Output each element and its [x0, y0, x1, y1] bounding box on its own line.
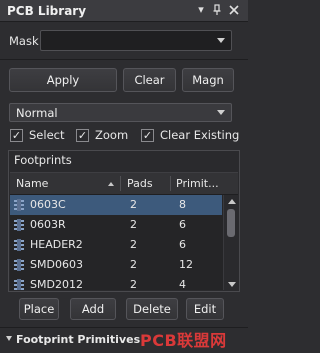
checkmark-icon[interactable]: ✓ [141, 128, 154, 142]
scroll-up-icon[interactable] [228, 199, 236, 204]
select-checkbox-label: Select [29, 128, 65, 142]
panel-menu-icon[interactable]: ▾ [195, 4, 207, 16]
cell-name: SMD2012 [30, 278, 83, 290]
close-icon[interactable] [228, 4, 240, 16]
cell-primitives: 12 [179, 258, 193, 271]
cell-primitives: 8 [179, 198, 186, 211]
footprint-primitives-header[interactable]: Footprint Primitives [6, 333, 140, 346]
clear-existing-checkbox[interactable]: ✓ Clear Existing [141, 127, 243, 143]
mask-label: Mask [9, 34, 39, 48]
chevron-down-icon[interactable] [217, 38, 225, 43]
zoom-checkbox[interactable]: ✓ Zoom [76, 127, 128, 143]
scroll-down-icon[interactable] [228, 282, 236, 287]
checkmark-icon[interactable]: ✓ [10, 128, 23, 142]
column-header-name[interactable]: Name [16, 177, 48, 190]
watermark: PCB联盟网 [140, 331, 227, 350]
footprints-title: Footprints [14, 153, 72, 167]
column-separator[interactable] [170, 176, 171, 191]
cell-pads: 2 [130, 198, 137, 211]
column-header-primitives[interactable]: Primit... [176, 177, 219, 190]
table-row[interactable]: 0603C 2 8 [10, 195, 222, 215]
place-button[interactable]: Place [19, 298, 59, 320]
mask-input[interactable] [41, 31, 231, 50]
cell-pads: 2 [130, 238, 137, 251]
footprint-icon [14, 219, 24, 231]
cell-pads: 2 [130, 258, 137, 271]
cell-primitives: 6 [179, 218, 186, 231]
edit-button[interactable]: Edit [186, 298, 224, 320]
cell-name: SMD0603 [30, 258, 83, 271]
cell-name: HEADER2 [30, 238, 83, 251]
table-row[interactable]: 0603R 2 6 [10, 215, 222, 235]
select-checkbox[interactable]: ✓ Select [10, 127, 64, 143]
footprint-icon [14, 239, 24, 251]
mask-combobox[interactable] [40, 30, 232, 51]
zoom-checkbox-label: Zoom [95, 128, 129, 142]
magnify-button[interactable]: Magn [182, 68, 234, 92]
sort-ascending-icon [108, 182, 114, 186]
checkmark-icon[interactable]: ✓ [76, 128, 89, 142]
collapse-triangle-icon[interactable] [6, 336, 12, 341]
footprint-icon [14, 279, 24, 290]
panel-titlebar: PCB Library ▾ [0, 0, 248, 22]
scrollbar-thumb[interactable] [227, 209, 235, 237]
cell-primitives: 6 [179, 238, 186, 251]
footprint-icon [14, 259, 24, 271]
column-separator[interactable] [120, 176, 121, 191]
cell-pads: 2 [130, 218, 137, 231]
table-row[interactable]: HEADER2 2 6 [10, 235, 222, 255]
footprint-icon [14, 199, 24, 211]
footprint-primitives-title: Footprint Primitives [16, 333, 141, 346]
cell-pads: 2 [130, 278, 137, 290]
view-mode-value: Normal [16, 106, 58, 120]
clear-button[interactable]: Clear [123, 68, 176, 92]
pin-icon[interactable] [211, 4, 223, 16]
clear-existing-checkbox-label: Clear Existing [160, 128, 240, 142]
chevron-down-icon[interactable] [217, 110, 225, 115]
cell-name: 0603C [30, 198, 66, 211]
footprints-table: Name Pads Primit... 0603C 2 8 0603R 2 6 … [10, 172, 238, 290]
cell-name: 0603R [30, 218, 66, 231]
vertical-scrollbar[interactable] [223, 195, 238, 290]
add-button[interactable]: Add [70, 298, 116, 320]
delete-button[interactable]: Delete [126, 298, 178, 320]
apply-button[interactable]: Apply [9, 68, 117, 92]
panel-title: PCB Library [7, 4, 87, 18]
column-header-pads[interactable]: Pads [127, 177, 153, 190]
view-mode-select[interactable]: Normal [9, 103, 232, 122]
divider [0, 59, 248, 60]
footprints-group: Footprints Name Pads Primit... 0603C 2 8… [8, 150, 240, 292]
table-header: Name Pads Primit... [10, 173, 238, 195]
cell-primitives: 4 [179, 278, 186, 290]
table-row[interactable]: SMD0603 2 12 [10, 255, 222, 275]
table-row[interactable]: SMD2012 2 4 [10, 275, 222, 290]
